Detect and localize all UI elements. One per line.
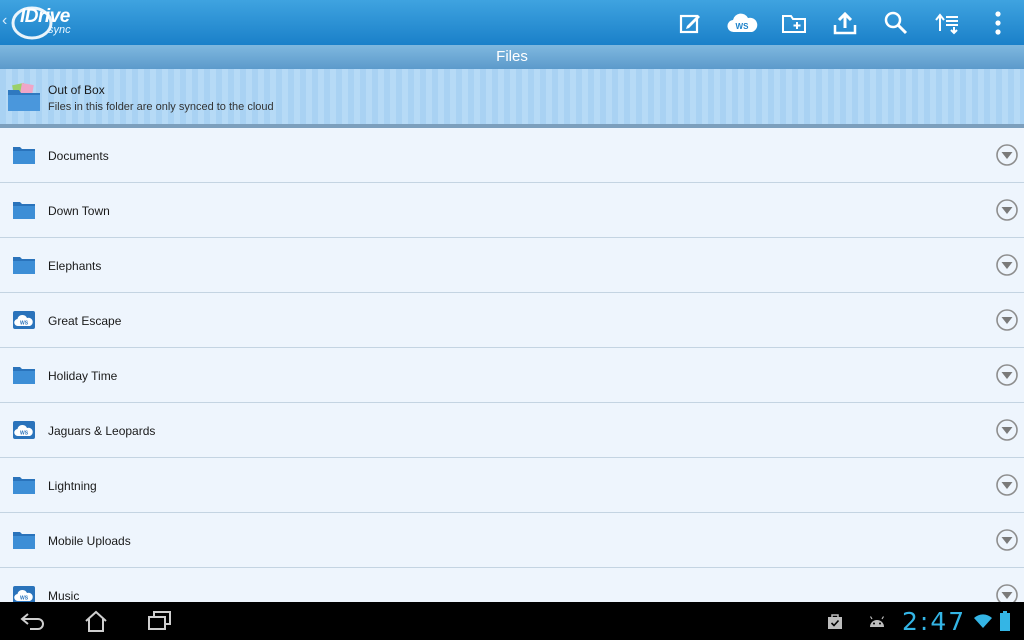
app-bar: ‹ IDrive sync WS: [0, 0, 1024, 46]
list-item[interactable]: WS Music: [0, 568, 1024, 602]
list-item-label: Holiday Time: [48, 369, 118, 383]
list-item[interactable]: Documents: [0, 128, 1024, 183]
list-item-label: Down Town: [48, 204, 110, 218]
expand-options-icon[interactable]: [996, 254, 1018, 276]
list-item[interactable]: Elephants: [0, 238, 1024, 293]
list-item[interactable]: WS Jaguars & Leopards: [0, 403, 1024, 458]
out-of-box-folder[interactable]: Out of Box Files in this folder are only…: [0, 69, 1024, 128]
ws-folder-icon: WS: [13, 586, 35, 602]
battery-icon: [1000, 611, 1010, 631]
svg-text:WS: WS: [20, 596, 29, 602]
list-item-label: Great Escape: [48, 314, 122, 328]
out-of-box-title: Out of Box: [48, 83, 105, 97]
svg-text:WS: WS: [736, 22, 750, 31]
search-button[interactable]: [881, 8, 911, 38]
upload-icon: [833, 11, 857, 35]
ws-cloud-button[interactable]: WS: [726, 8, 758, 38]
folder-icon: [13, 202, 35, 219]
out-of-box-subtitle: Files in this folder are only synced to …: [48, 101, 274, 113]
overflow-menu-icon: [995, 11, 1001, 35]
compose-icon: [679, 14, 700, 34]
android-notification[interactable]: [865, 608, 889, 634]
compose-button[interactable]: [675, 8, 705, 38]
ws-folder-icon: WS: [13, 311, 35, 329]
nav-home-button[interactable]: [79, 608, 113, 634]
folder-icon: [13, 367, 35, 384]
page-title: Files: [0, 45, 1024, 69]
svg-text:WS: WS: [20, 321, 29, 327]
system-navigation-bar: 2:47: [0, 602, 1024, 640]
expand-options-icon[interactable]: [996, 199, 1018, 221]
back-chevron-icon[interactable]: ‹: [2, 13, 7, 29]
folder-list[interactable]: Documents Down Town Elephants WS Great E…: [0, 128, 1024, 602]
svg-text:WS: WS: [20, 431, 29, 437]
folder-icon: [13, 147, 35, 164]
list-item-label: Lightning: [48, 479, 97, 493]
expand-options-icon[interactable]: [996, 309, 1018, 331]
status-clock: 2:47: [902, 607, 967, 636]
sort-icon: [935, 13, 958, 35]
upload-button[interactable]: [830, 8, 860, 38]
list-item[interactable]: Holiday Time: [0, 348, 1024, 403]
overflow-menu-button[interactable]: [983, 8, 1013, 38]
list-item[interactable]: Lightning: [0, 458, 1024, 513]
android-icon: [869, 616, 885, 627]
back-arrow-icon: [20, 613, 44, 630]
expand-options-icon[interactable]: [996, 529, 1018, 551]
list-item[interactable]: Down Town: [0, 183, 1024, 238]
out-of-box-folder-icon: [8, 82, 40, 111]
list-item[interactable]: Mobile Uploads: [0, 513, 1024, 568]
list-item-label: Jaguars & Leopards: [48, 424, 156, 438]
list-item-label: Mobile Uploads: [48, 534, 131, 548]
expand-options-icon[interactable]: [996, 474, 1018, 496]
new-folder-button[interactable]: [779, 8, 809, 38]
list-item-label: Documents: [48, 149, 109, 163]
expand-options-icon[interactable]: [996, 364, 1018, 386]
list-item[interactable]: WS Great Escape: [0, 293, 1024, 348]
logo-subtext: sync: [48, 24, 71, 36]
nav-recent-apps-button[interactable]: [143, 608, 177, 634]
ws-folder-icon: WS: [13, 421, 35, 439]
list-item-label: Music: [48, 589, 80, 602]
list-item-label: Elephants: [48, 259, 102, 273]
home-icon: [85, 610, 107, 632]
recent-apps-icon: [148, 611, 171, 630]
search-icon: [884, 11, 908, 35]
shopping-bag-icon: [828, 614, 842, 629]
nav-back-button[interactable]: [16, 608, 50, 634]
expand-options-icon[interactable]: [996, 144, 1018, 166]
expand-options-icon[interactable]: [996, 419, 1018, 441]
wifi-icon: [974, 614, 992, 628]
ws-cloud-icon: WS: [727, 13, 758, 33]
shopping-bag-notification[interactable]: [823, 608, 847, 634]
folder-icon: [13, 257, 35, 274]
sort-button[interactable]: [932, 8, 962, 38]
folder-icon: [13, 532, 35, 549]
new-folder-icon: [782, 15, 806, 33]
folder-icon: [13, 477, 35, 494]
expand-options-icon[interactable]: [996, 584, 1018, 602]
